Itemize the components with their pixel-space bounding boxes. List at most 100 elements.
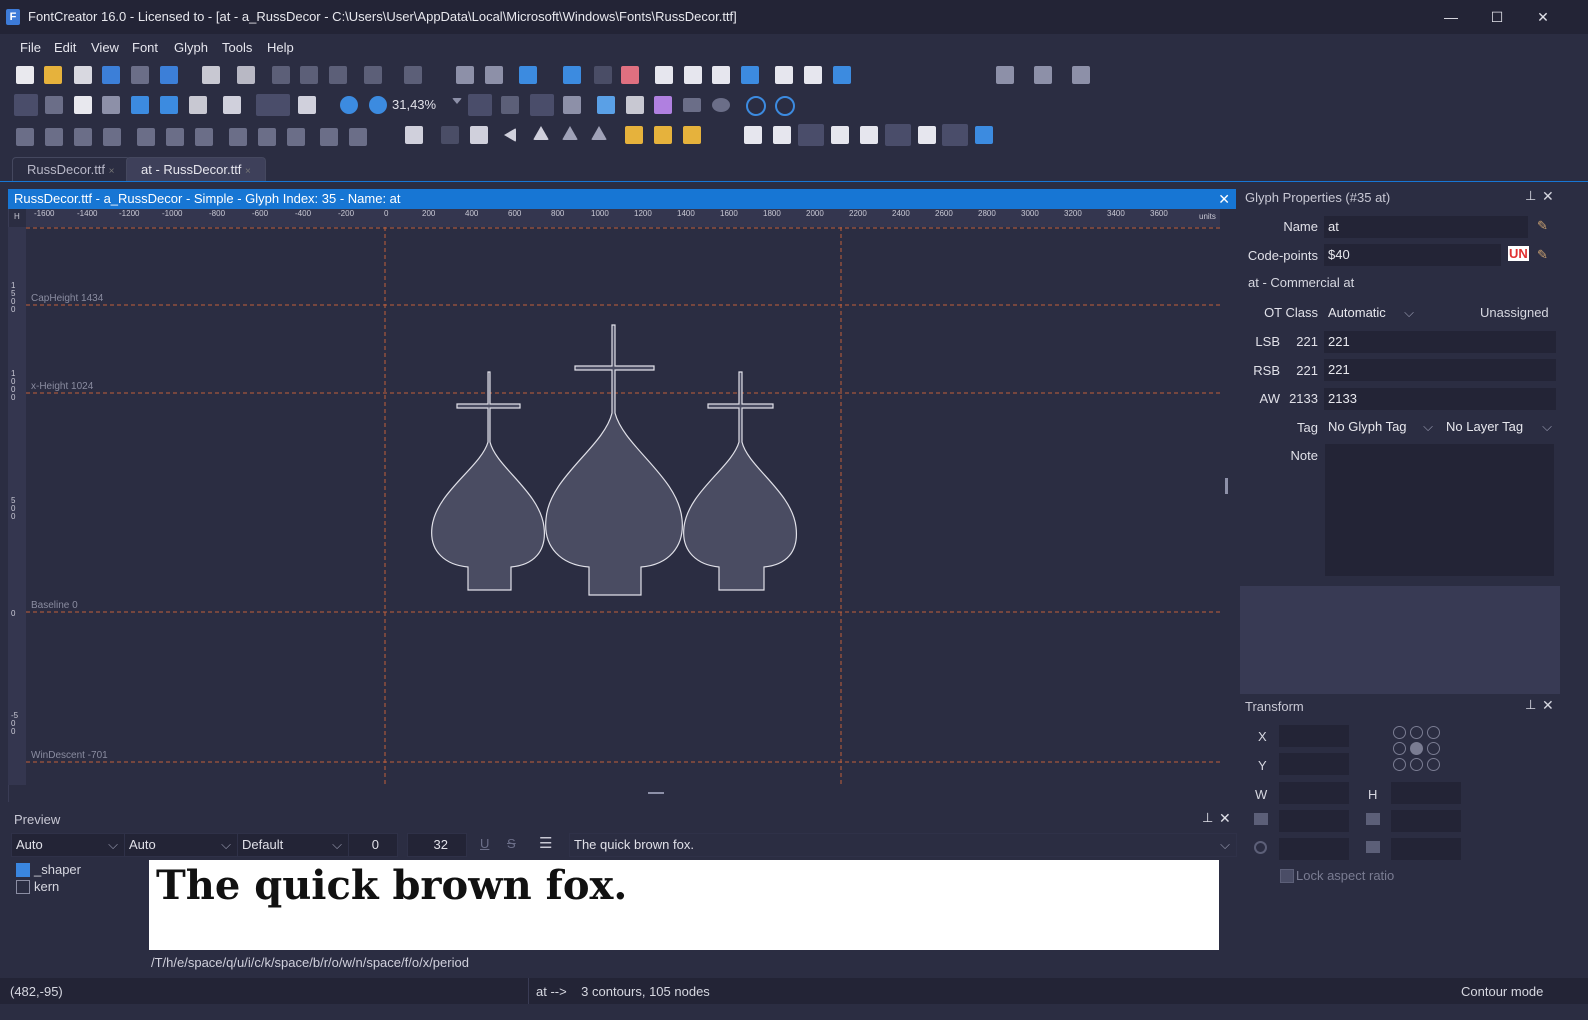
install-font-icon[interactable] <box>833 66 851 84</box>
style-combo[interactable]: Default ⌵ <box>237 833 349 857</box>
text-transform-icon[interactable] <box>712 66 730 84</box>
zoom-out-icon[interactable] <box>369 96 387 114</box>
tab-font-overview[interactable]: RussDecor.ttf × <box>12 157 130 182</box>
close-preview-icon[interactable]: ✕ <box>1219 810 1231 827</box>
flip-vertical-icon[interactable] <box>533 126 549 140</box>
underline-button[interactable]: U <box>480 836 489 851</box>
origin-radio-bl[interactable] <box>1393 758 1406 771</box>
close-transform-icon[interactable]: ✕ <box>1542 697 1554 714</box>
selection-tool-icon[interactable] <box>14 94 38 116</box>
text-tool-icon[interactable] <box>102 96 120 114</box>
align-bottom-icon[interactable] <box>287 128 305 146</box>
rotate-right-icon[interactable] <box>591 126 607 140</box>
shaper-checkbox[interactable] <box>16 863 30 877</box>
properties-icon[interactable] <box>655 66 673 84</box>
glyph-reference-icon[interactable] <box>405 126 423 144</box>
contour-fill-icon[interactable] <box>256 94 290 116</box>
eraser-icon[interactable] <box>621 66 639 84</box>
origin-radio-bc[interactable] <box>1410 758 1423 771</box>
offset-spinner[interactable]: 0 <box>348 833 398 857</box>
insert-glyph-icon[interactable] <box>456 66 474 84</box>
zoom-fit-icon[interactable] <box>468 94 492 116</box>
new-font-icon[interactable] <box>16 66 34 84</box>
pin-icon[interactable]: ⊥ <box>1525 188 1536 204</box>
next-glyph-icon[interactable] <box>775 96 795 116</box>
print-icon[interactable] <box>202 66 220 84</box>
save-all-icon[interactable] <box>131 66 149 84</box>
copy-icon[interactable] <box>300 66 318 84</box>
glyph-drawing-area[interactable] <box>26 227 1220 785</box>
text-color-icon[interactable] <box>298 96 316 114</box>
previous-glyph-icon[interactable] <box>746 96 766 116</box>
size-spinner[interactable]: 32 <box>407 833 467 857</box>
lock-guides-icon[interactable] <box>860 126 878 144</box>
find-binoculars-icon[interactable] <box>237 66 255 84</box>
pencil-icon[interactable] <box>654 96 672 114</box>
codepoints-input[interactable]: $40 <box>1324 244 1501 266</box>
menu-glyph[interactable]: Glyph <box>174 40 208 55</box>
align-left-icon[interactable] <box>137 128 155 146</box>
component-icon[interactable] <box>441 126 459 144</box>
close-window-button[interactable]: ✕ <box>1520 0 1566 34</box>
save-as-icon[interactable] <box>160 66 178 84</box>
origin-radio-tr[interactable] <box>1427 726 1440 739</box>
group-icon[interactable] <box>16 128 34 146</box>
preview-scrollbar[interactable] <box>1219 860 1233 950</box>
lock-anchor-icon[interactable] <box>975 126 993 144</box>
tab-close-icon[interactable]: × <box>109 166 115 177</box>
glyph-contour-left-dome[interactable] <box>431 371 545 591</box>
rsb-input[interactable]: 221 <box>1324 359 1556 381</box>
bring-forward-icon[interactable] <box>74 128 92 146</box>
close-editor-icon[interactable]: ✕ <box>1218 189 1230 209</box>
align-center-icon[interactable] <box>166 128 184 146</box>
formula-fx-icon[interactable] <box>594 66 612 84</box>
generate-icon[interactable] <box>1034 66 1052 84</box>
settings-sliders-icon[interactable]: ☰ <box>539 834 552 852</box>
contour-direction-icon[interactable] <box>530 94 554 116</box>
spell-batch-icon[interactable] <box>804 66 822 84</box>
skew-y-input[interactable] <box>1391 810 1461 832</box>
lock-aspect-checkbox[interactable] <box>1280 869 1294 883</box>
link-icon[interactable] <box>519 66 537 84</box>
layer-tag-combo[interactable]: No Layer Tag ⌵ <box>1442 416 1556 438</box>
x-input[interactable] <box>1279 725 1349 747</box>
node-direction-icon[interactable] <box>563 96 581 114</box>
aw-input[interactable]: 2133 <box>1324 388 1556 410</box>
add-glyph-icon[interactable] <box>485 66 503 84</box>
metrics-lines-icon[interactable] <box>885 124 911 146</box>
origin-radio-br[interactable] <box>1427 758 1440 771</box>
strikethrough-button[interactable]: S <box>507 836 516 851</box>
origin-radio-mr[interactable] <box>1427 742 1440 755</box>
ellipse-tool-icon[interactable] <box>712 98 730 112</box>
flip-left-icon[interactable] <box>504 128 516 142</box>
ungroup-icon[interactable] <box>45 128 63 146</box>
export-icon[interactable] <box>996 66 1014 84</box>
note-textarea[interactable] <box>1325 444 1554 576</box>
guidelines-snap-icon[interactable] <box>831 126 849 144</box>
glyph-contour-center-dome[interactable] <box>545 324 683 596</box>
open-installed-font-icon[interactable] <box>74 66 92 84</box>
rectangle-tool-icon[interactable] <box>683 98 701 112</box>
align-middle-icon[interactable] <box>258 128 276 146</box>
unicode-badge-icon[interactable]: UN <box>1508 246 1529 261</box>
grid-snap-icon[interactable] <box>773 126 791 144</box>
brush-icon[interactable] <box>626 96 644 114</box>
skew-x-input[interactable] <box>1279 810 1349 832</box>
pdf-export-icon[interactable] <box>1072 66 1090 84</box>
otclass-combo[interactable]: Automatic ⌵ <box>1324 302 1418 324</box>
undo-icon[interactable] <box>364 66 382 84</box>
zoom-level-combo[interactable]: 31,43% <box>392 95 468 115</box>
menu-file[interactable]: File <box>20 40 41 55</box>
glyph-contour-right-dome[interactable] <box>683 371 798 591</box>
w-input[interactable] <box>1279 782 1349 804</box>
save-icon[interactable] <box>102 66 120 84</box>
import-image-icon[interactable] <box>597 96 615 114</box>
exclude-icon[interactable] <box>683 126 701 144</box>
origin-radio-tc[interactable] <box>1410 726 1423 739</box>
magic-wand-icon[interactable]: ✎ <box>1537 247 1548 263</box>
menu-view[interactable]: View <box>91 40 119 55</box>
tab-glyph-at[interactable]: at - RussDecor.ttf × <box>126 157 266 182</box>
origin-radio-center[interactable] <box>1410 742 1423 755</box>
zoom-in-icon[interactable] <box>340 96 358 114</box>
magic-wand-icon[interactable]: ✎ <box>1537 218 1548 234</box>
